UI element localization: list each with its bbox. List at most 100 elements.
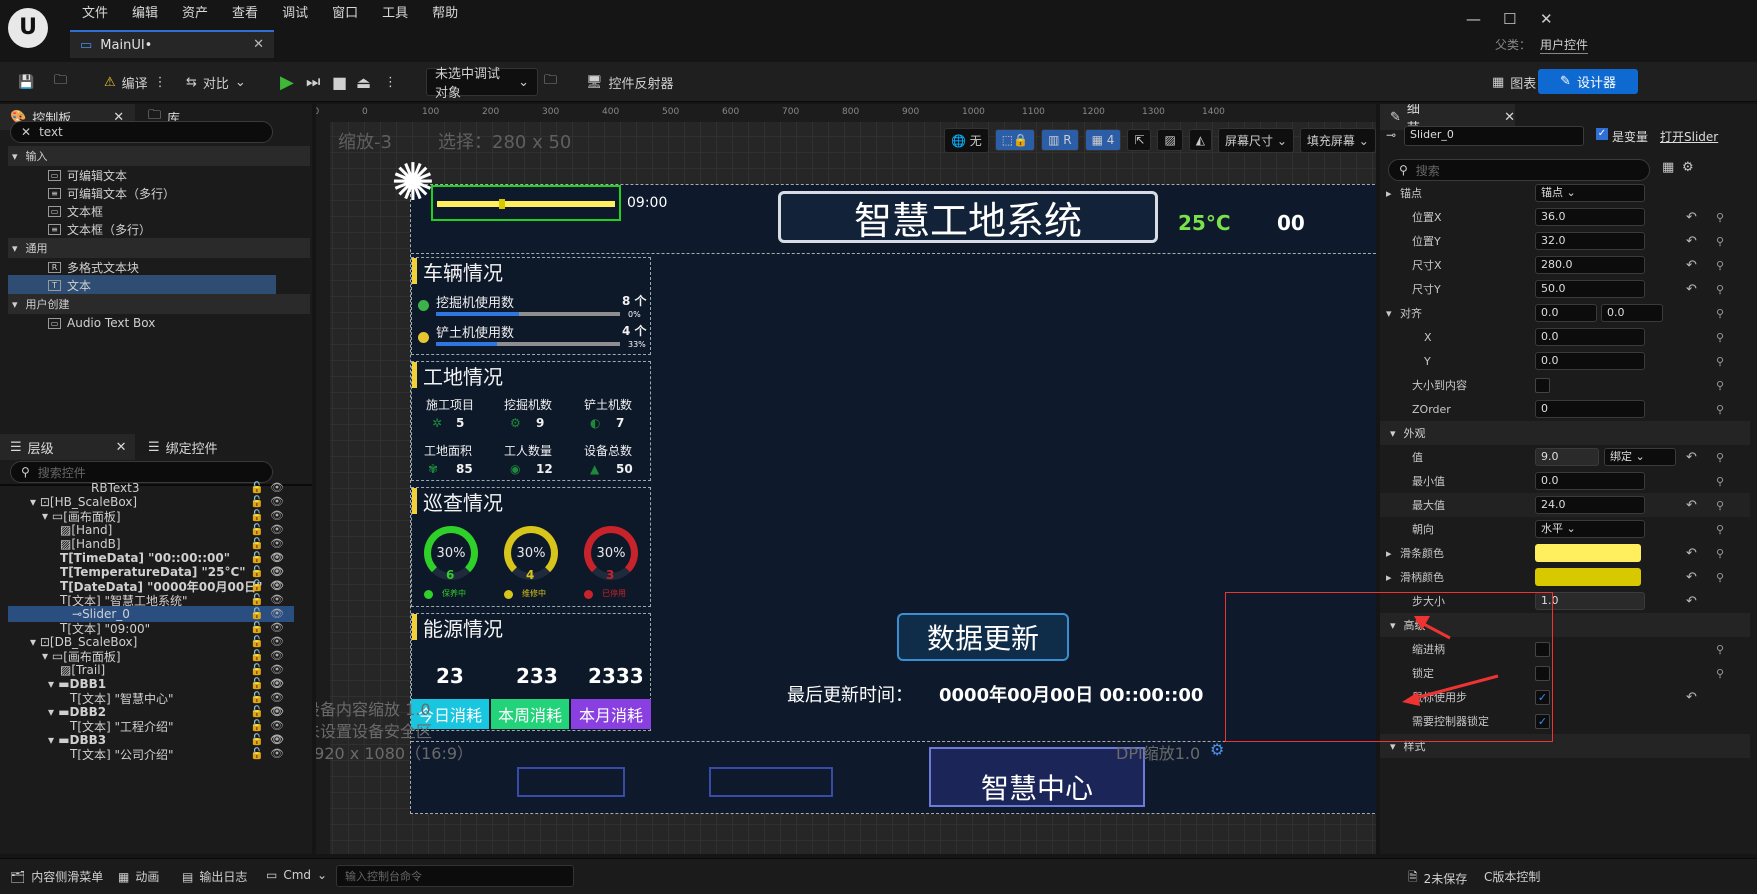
handle-color-swatch[interactable] (1535, 568, 1641, 586)
section-appearance[interactable]: ▾ 外观 (1380, 421, 1750, 445)
reset-icon[interactable]: ↶ (1686, 450, 1697, 465)
parent-class-link[interactable]: 用户控件 (1540, 36, 1589, 54)
palette-item-editable-text[interactable]: ▭ 可编辑文本 (48, 165, 127, 185)
respect-locks-toggle[interactable]: ▥ R (1041, 129, 1079, 151)
lock-eye-icons[interactable]: 🔓👁 (250, 677, 290, 690)
pin-icon[interactable]: ⚲ (1716, 643, 1724, 656)
lock-eye-icons[interactable]: 🔓👁 (250, 607, 290, 620)
menu-edit[interactable]: 编辑 (120, 5, 170, 23)
graph-button[interactable]: ▦ 图表 (1492, 68, 1536, 96)
lock-eye-icons[interactable]: 🔓👁 (250, 579, 290, 592)
minimize-icon[interactable]: — (1466, 10, 1481, 28)
debug-browse-icon[interactable]: 🗀 (544, 68, 557, 96)
debug-target-dropdown[interactable]: 未选中调试对象 ⌄ (426, 67, 538, 101)
save-icon[interactable]: 💾 (18, 68, 34, 96)
reset-icon[interactable]: ↶ (1686, 690, 1697, 705)
animation-button[interactable]: ▦ 动画 (118, 868, 159, 885)
play-options-icon[interactable]: ⋮ (384, 68, 397, 96)
lock-eye-icons[interactable]: 🔓👁 (250, 621, 290, 634)
widget-reflector-button[interactable]: 🖥 控件反射器 (586, 68, 674, 96)
select-mode-icon[interactable]: ⇱ (1127, 129, 1152, 151)
menu-tools[interactable]: 工具 (370, 5, 420, 23)
lock-eye-icons[interactable]: 🔓👁 (250, 495, 290, 508)
pin-icon[interactable]: ⚲ (1716, 547, 1724, 560)
play-icon[interactable]: ▶ (280, 68, 294, 96)
palette-search-input[interactable]: ✕ text (10, 121, 273, 143)
pin-icon[interactable]: ⚲ (1716, 307, 1724, 320)
unreal-logo[interactable]: U (8, 8, 48, 48)
output-log-button[interactable]: ▤ 输出日志 (182, 868, 247, 885)
lock-eye-icons[interactable]: 🔓👁 (250, 565, 290, 578)
bind-dropdown[interactable]: 绑定 ⌄ (1604, 448, 1676, 466)
step-icon[interactable]: ⏭ (306, 68, 320, 96)
menu-debug[interactable]: 调试 (270, 5, 320, 23)
lock-eye-icons[interactable]: 🔓👁 (250, 481, 290, 494)
close-window-icon[interactable]: ✕ (1540, 10, 1553, 28)
pin-icon[interactable]: ⚲ (1716, 523, 1724, 536)
palette-item-text-box-multiline[interactable]: ≡ 文本框（多行） (48, 219, 151, 239)
lock-eye-icons[interactable]: 🔓👁 (250, 649, 290, 662)
pin-icon[interactable]: ⚲ (1716, 235, 1724, 248)
open-slider-link[interactable]: 打开Slider (1660, 128, 1718, 145)
reset-icon[interactable]: ↶ (1686, 594, 1697, 609)
lock-eye-icons[interactable]: 🔓👁 (250, 551, 290, 564)
menu-window[interactable]: 窗口 (320, 5, 370, 23)
reset-icon[interactable]: ↶ (1686, 210, 1697, 225)
menu-view[interactable]: 查看 (220, 5, 270, 23)
lock-eye-icons[interactable]: 🔓👁 (250, 719, 290, 732)
console-command-input[interactable]: 输入控制台命令 (336, 865, 574, 887)
lock-eye-icons[interactable]: 🔓👁 (250, 509, 290, 522)
anchor-dropdown[interactable]: 锚点 ⌄ (1535, 184, 1645, 202)
value-input[interactable]: 9.0 (1535, 448, 1599, 466)
lock-eye-icons[interactable]: 🔓👁 (250, 537, 290, 550)
update-data-button[interactable]: 数据更新 (897, 613, 1069, 661)
min-input[interactable]: 0.0 (1535, 472, 1645, 490)
browse-icon[interactable]: 🗀 (54, 68, 67, 96)
lock-eye-icons[interactable]: 🔓👁 (250, 663, 290, 676)
orientation-dropdown[interactable]: 水平 ⌄ (1535, 520, 1645, 538)
energy-button-month[interactable]: 本月消耗 (571, 699, 651, 729)
nav-button-1[interactable] (517, 767, 625, 797)
reset-icon[interactable]: ↶ (1686, 258, 1697, 273)
reset-icon[interactable]: ↶ (1686, 570, 1697, 585)
pin-icon[interactable]: ⚲ (1716, 331, 1724, 344)
reset-icon[interactable]: ↶ (1686, 546, 1697, 561)
lock-eye-icons[interactable]: 🔓👁 (250, 635, 290, 648)
slider-bar[interactable] (437, 201, 615, 207)
document-tab[interactable]: ▭ MainUI• ✕ (70, 30, 274, 58)
close-tab-icon[interactable]: ✕ (253, 37, 264, 52)
content-drawer-button[interactable]: 🗂 内容侧滑菜单 (10, 868, 103, 885)
maximize-icon[interactable]: ☐ (1503, 10, 1516, 28)
cmd-dropdown[interactable]: ▭ Cmd ⌄ (266, 868, 327, 882)
eject-icon[interactable]: ⏏ (356, 68, 371, 96)
reset-icon[interactable]: ↶ (1686, 234, 1697, 249)
lock-eye-icons[interactable]: 🔓👁 (250, 747, 290, 760)
slider-handle[interactable] (499, 199, 505, 209)
clear-search-icon[interactable]: ✕ (21, 125, 31, 139)
tab-hierarchy[interactable]: ☰ 层级 ✕ (0, 434, 135, 460)
gear-icon[interactable]: ⚙ (1682, 160, 1694, 175)
table-view-icon[interactable]: ▦ (1662, 160, 1674, 175)
more-icon[interactable]: ⋮ (154, 75, 167, 90)
tree-row[interactable]: T [文本] "公司介绍" 🔓👁 (8, 746, 294, 760)
align-y-input[interactable]: 0.0 (1601, 304, 1663, 322)
palette-item-text-box[interactable]: ▭ 文本框 (48, 201, 103, 221)
palette-item-editable-text-multiline[interactable]: ≡ 可编辑文本（多行） (48, 183, 175, 203)
category-user-created[interactable]: ▾ 用户创建 (8, 294, 310, 314)
lock-eye-icons[interactable]: 🔓👁 (250, 691, 290, 704)
settings-gear-icon[interactable]: ⚙ (1210, 740, 1224, 759)
pin-icon[interactable]: ⚲ (1716, 667, 1724, 680)
source-control-button[interactable]: C版本控制 (1484, 868, 1540, 885)
lock-eye-icons[interactable]: 🔓👁 (250, 705, 290, 718)
palette-item-audio-text-box[interactable]: ▭ Audio Text Box (48, 313, 155, 333)
close-tab-icon[interactable]: ✕ (116, 440, 127, 455)
pin-icon[interactable]: ⚲ (1716, 403, 1724, 416)
size-x-input[interactable]: 280.0 (1535, 256, 1645, 274)
lock-toggle[interactable]: ⬚🔒 (994, 129, 1036, 151)
max-input[interactable]: 24.0 (1535, 496, 1645, 514)
pin-icon[interactable]: ⚲ (1716, 379, 1724, 392)
tab-bind-widgets[interactable]: ☰ 绑定控件 (138, 434, 218, 460)
fill-screen-dropdown[interactable]: 填充屏幕 ⌄ (1299, 127, 1376, 153)
image-mode-icon[interactable]: ▨ (1157, 129, 1183, 151)
lock-eye-icons[interactable]: 🔓👁 (250, 523, 290, 536)
